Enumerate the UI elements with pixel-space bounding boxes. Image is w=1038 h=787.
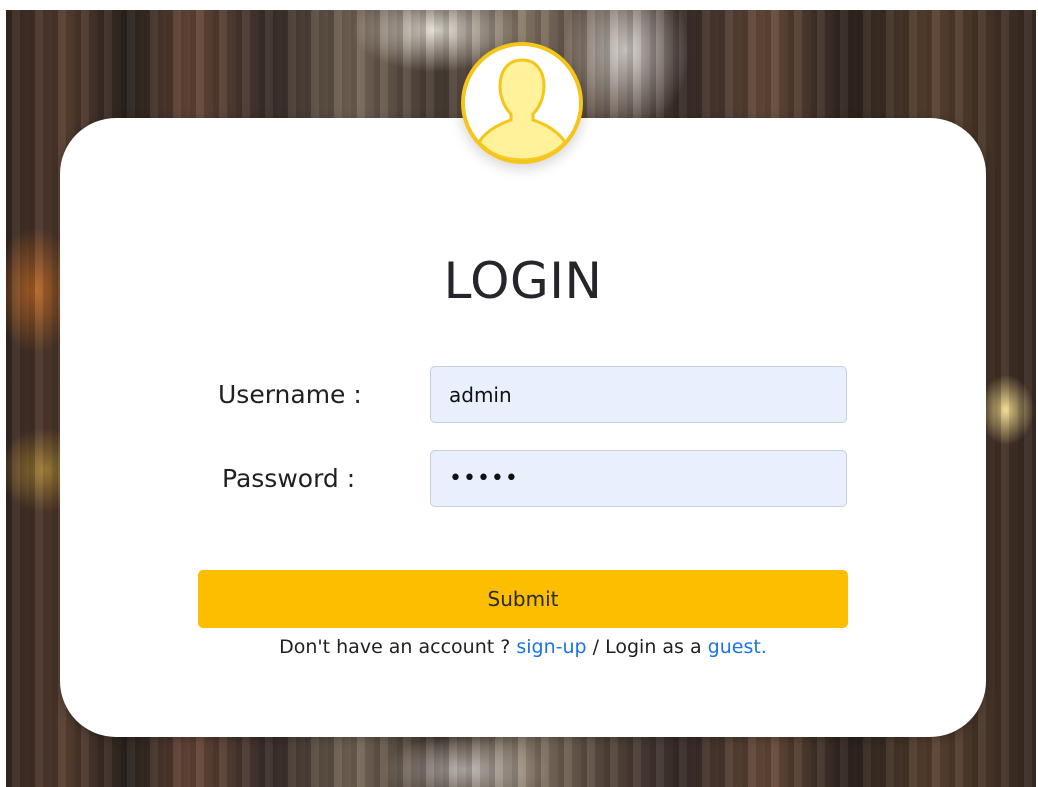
username-input[interactable] (430, 366, 847, 423)
guest-prompt-text: / Login as a (586, 636, 708, 658)
password-label: Password : (222, 464, 356, 493)
login-card: LOGIN Username : Password : Submit Don't… (60, 118, 986, 737)
submit-button[interactable]: Submit (198, 570, 848, 628)
page-title: LOGIN (443, 252, 603, 310)
signup-prompt-text: Don't have an account ? (279, 636, 517, 658)
user-silhouette-icon (461, 42, 583, 164)
guest-login-link[interactable]: guest. (708, 636, 767, 658)
password-input[interactable] (430, 450, 847, 507)
signup-prompt: Don't have an account ? sign-up / Login … (60, 636, 986, 658)
signup-link[interactable]: sign-up (516, 636, 586, 658)
username-label: Username : (218, 380, 362, 409)
